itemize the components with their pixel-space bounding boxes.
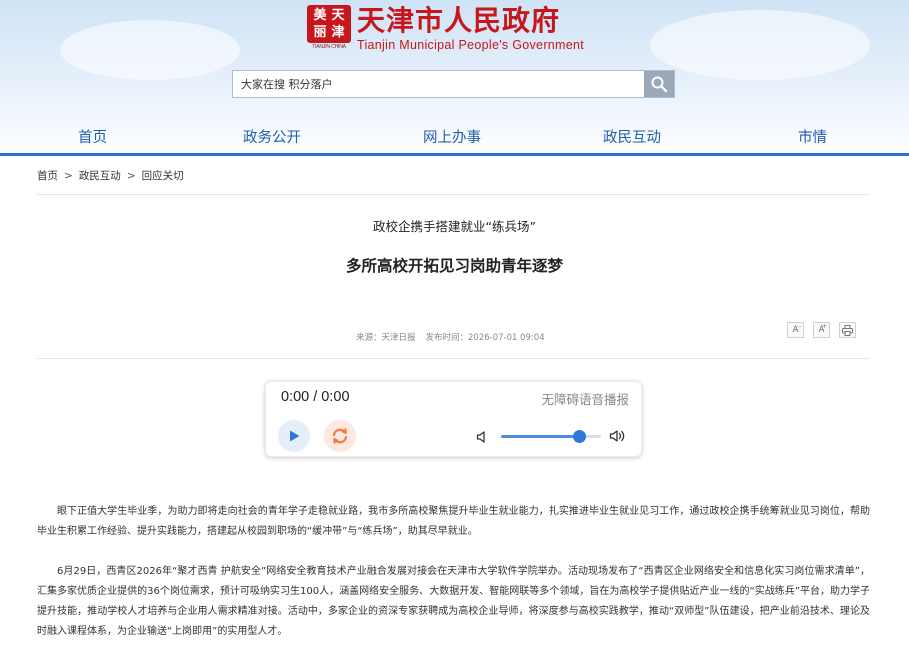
article-subtitle: 政校企携手搭建就业“练兵场” [373, 219, 536, 234]
audio-player: 0:00 / 0:00 无障碍语音播报 [265, 381, 642, 457]
article-meta: 来源：天津日报 发布时间：2026-07-01 09:04 [356, 331, 545, 343]
nav-divider [0, 153, 909, 156]
article-tools: A- A + [787, 322, 865, 338]
nav-item-government-affairs[interactable]: 政务公开 [243, 126, 301, 147]
article-title: 多所高校开拓见习岗助青年逐梦 [345, 257, 563, 275]
print-button[interactable] [839, 322, 856, 338]
search-button[interactable] [644, 71, 674, 97]
article-source: 来源：天津日报 [356, 333, 416, 343]
site-title-en: Tianjin Municipal People's Government [357, 38, 585, 52]
header-cloud-decoration [60, 20, 240, 80]
article-paragraph: 6月29日，西青区2026年“聚才西青 护航安全”网络安全教育技术产业融合发展对… [37, 566, 870, 637]
search-box [232, 70, 675, 98]
print-icon [842, 324, 853, 336]
breadcrumb-current[interactable]: 回应关切 [142, 170, 184, 182]
play-icon [290, 430, 300, 442]
loop-button[interactable] [324, 420, 356, 452]
nav-item-interaction[interactable]: 政民互动 [603, 126, 661, 147]
site-header: 美天 丽津 TIANJIN·CHINA 天津市人民政府 Tianjin Muni… [0, 0, 909, 156]
article-paragraph: 眼下正值大学生毕业季，为助力即将走向社会的青年学子走稳就业路，我市多所高校聚焦提… [37, 506, 870, 537]
divider [37, 358, 870, 359]
accessibility-voice-label[interactable]: 无障碍语音播报 [541, 389, 629, 408]
volume-slider-fill [501, 435, 579, 438]
audio-time-display: 0:00 / 0:00 [281, 389, 350, 405]
city-seal-icon: 美天 丽津 TIANJIN·CHINA [307, 5, 351, 51]
search-input[interactable] [233, 71, 644, 97]
volume-slider-thumb[interactable] [573, 430, 586, 443]
header-cloud-decoration [650, 10, 870, 80]
volume-max-button[interactable] [609, 428, 627, 448]
font-increase-button[interactable]: A + [813, 322, 830, 338]
nav-item-online-services[interactable]: 网上办事 [423, 126, 481, 147]
volume-slider[interactable] [501, 430, 601, 443]
loop-icon [332, 428, 348, 444]
article-publish-time: 发布时间：2026-07-01 09:04 [425, 333, 545, 343]
nav-item-home[interactable]: 首页 [78, 126, 107, 147]
divider [37, 194, 870, 195]
volume-low-icon [476, 431, 485, 443]
volume-mute-button[interactable] [476, 429, 490, 448]
breadcrumb-interaction[interactable]: 政民互动 [79, 170, 121, 182]
volume-high-icon [609, 430, 625, 442]
breadcrumb: 首页 > 政民互动 > 回应关切 [37, 170, 184, 182]
main-nav: 首页 政务公开 网上办事 政民互动 市情 [0, 126, 909, 152]
search-icon [651, 76, 668, 93]
font-decrease-button[interactable]: A- [787, 322, 804, 338]
breadcrumb-home[interactable]: 首页 [37, 170, 58, 182]
site-logo[interactable]: 美天 丽津 TIANJIN·CHINA 天津市人民政府 Tianjin Muni… [307, 4, 584, 52]
nav-item-city-info[interactable]: 市情 [798, 126, 827, 147]
play-button[interactable] [278, 420, 310, 452]
site-title-cn: 天津市人民政府 [357, 4, 561, 37]
